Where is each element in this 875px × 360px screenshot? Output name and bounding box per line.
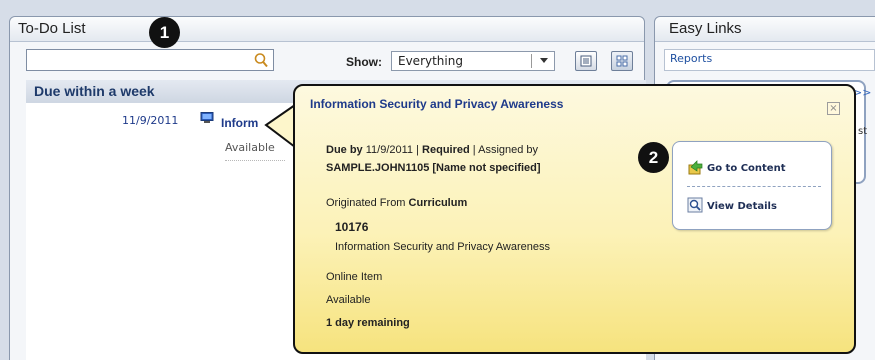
grid-view-icon xyxy=(616,55,628,67)
row-due-date: 11/9/2011 xyxy=(122,114,179,127)
row-divider xyxy=(225,160,285,161)
due-date: 11/9/2011 xyxy=(365,144,414,156)
view-details-label: View Details xyxy=(707,201,777,212)
list-view-icon xyxy=(580,55,592,67)
search-input[interactable] xyxy=(26,49,274,71)
assigned-by-label: Assigned by xyxy=(478,144,539,156)
callout-badge-1: 1 xyxy=(149,17,180,48)
go-to-content-button[interactable]: Go to Content xyxy=(687,159,785,175)
show-filter-label: Show: xyxy=(346,55,382,69)
search-icon[interactable] xyxy=(253,52,269,68)
due-label: Due by xyxy=(326,144,363,156)
list-view-button[interactable] xyxy=(575,51,597,71)
easy-links-header: Easy Links xyxy=(655,17,875,42)
item-details-popup: Information Security and Privacy Awarene… xyxy=(293,84,856,354)
computer-icon xyxy=(200,112,214,123)
required-label: Required xyxy=(422,144,470,156)
originated-label: Originated From xyxy=(326,197,406,209)
callout-badge-2: 2 xyxy=(638,142,669,173)
section-title: Due within a week xyxy=(34,83,155,99)
popup-title: Information Security and Privacy Awarene… xyxy=(310,97,564,111)
show-filter-value: Everything xyxy=(398,54,463,68)
reports-link[interactable]: Reports xyxy=(670,52,712,65)
assignee-name: SAMPLE.JOHN1105 [Name not specified] xyxy=(326,162,541,174)
actions-card: Go to Content View Details xyxy=(672,141,832,230)
grid-view-button[interactable] xyxy=(611,51,633,71)
item-id: 10176 xyxy=(335,220,369,234)
separator: | xyxy=(472,144,476,156)
originated-value: Curriculum xyxy=(408,197,468,209)
days-remaining: 1 day remaining xyxy=(326,317,410,329)
easy-links-text-fragment: st xyxy=(858,126,868,137)
todo-list-header: To-Do List xyxy=(10,17,644,42)
item-type: Online Item xyxy=(326,271,383,283)
close-icon[interactable]: × xyxy=(827,102,840,115)
go-to-content-icon xyxy=(688,160,703,175)
show-filter-select[interactable]: Everything xyxy=(391,51,555,71)
go-to-content-label: Go to Content xyxy=(707,163,786,174)
view-details-icon xyxy=(687,197,703,213)
due-line: Due by 11/9/2011 | Required | Assigned b… xyxy=(326,144,538,156)
chevron-down-icon[interactable] xyxy=(540,58,548,63)
availability: Available xyxy=(326,294,371,306)
app-window: To-Do List Show: Everything Due within a xyxy=(0,0,875,360)
view-details-button[interactable]: View Details xyxy=(687,197,777,213)
originated-line: Originated From Curriculum xyxy=(326,197,467,209)
separator: | xyxy=(416,144,419,156)
actions-divider xyxy=(687,186,821,187)
select-divider xyxy=(531,54,532,68)
row-title-link[interactable]: Inform xyxy=(221,116,258,130)
easy-links-title: Easy Links xyxy=(669,20,742,37)
item-name: Information Security and Privacy Awarene… xyxy=(335,241,551,253)
todo-list-title: To-Do List xyxy=(18,20,86,37)
